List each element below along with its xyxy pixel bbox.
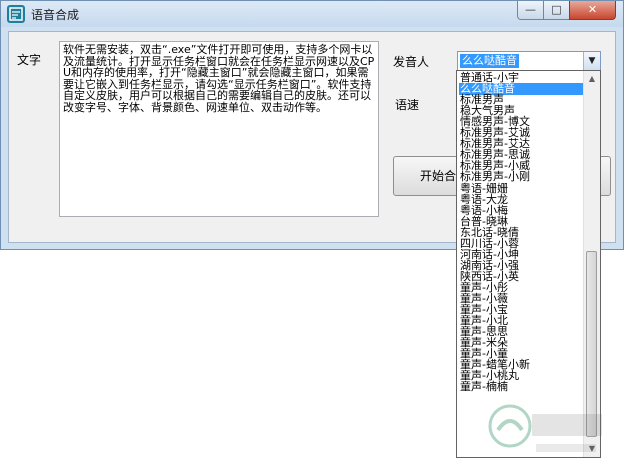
title-bar[interactable]: 语音合成 — □ ✕ — [1, 1, 623, 27]
app-icon — [7, 5, 25, 23]
text-label: 文字 — [17, 53, 42, 67]
speaker-label: 发音人 — [393, 55, 430, 69]
text-input[interactable]: 软件无需安装，双击“.exe”文件打开即可使用，支持多个网卡以及流量统计。打开显… — [59, 41, 379, 217]
speaker-select[interactable]: 么么哒酷音 ▼ — [457, 51, 601, 71]
dropdown-item[interactable]: 童声-楠楠 — [459, 381, 584, 393]
minimize-button[interactable]: — — [517, 1, 544, 20]
window-title: 语音合成 — [31, 8, 80, 22]
close-button[interactable]: ✕ — [569, 1, 616, 20]
chevron-down-icon[interactable]: ▼ — [583, 52, 600, 70]
maximize-button[interactable]: □ — [543, 1, 570, 20]
watermark-logo — [470, 400, 620, 460]
scroll-up-icon[interactable]: ▲ — [584, 71, 600, 87]
speed-label: 语速 — [395, 98, 420, 112]
speaker-selected-value: 么么哒酷音 — [460, 54, 519, 68]
